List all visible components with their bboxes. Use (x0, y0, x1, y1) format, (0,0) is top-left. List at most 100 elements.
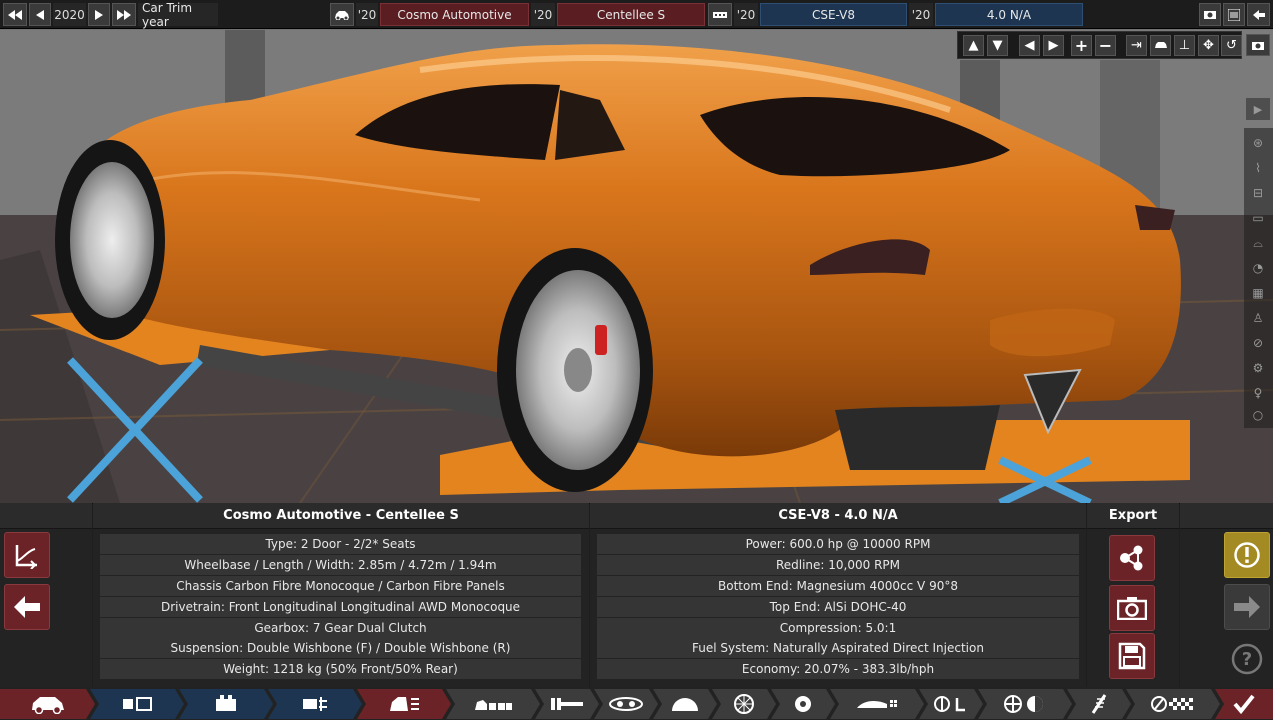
trim-year-label: Car Trim year (138, 1, 218, 29)
fast-forward-icon[interactable] (112, 3, 136, 26)
nav-engine-family[interactable] (90, 689, 184, 719)
rotate-right-icon[interactable]: ▶ (1043, 35, 1064, 56)
wheel-nav-icon (733, 693, 755, 715)
rewind-icon[interactable] (3, 3, 27, 26)
engine-select[interactable]: CSE-V8 (760, 3, 907, 26)
warning-icon (1234, 542, 1260, 568)
rotate-down-icon[interactable]: ▼ (987, 35, 1008, 56)
nav-wheels[interactable] (712, 689, 776, 719)
back-arrow-icon[interactable] (1247, 3, 1270, 26)
nav-brakes[interactable] (771, 689, 835, 719)
rotate-up-icon[interactable]: ▲ (963, 35, 984, 56)
engine-fuel-system-row: Fuel System: Naturally Aspirated Direct … (597, 638, 1079, 658)
nav-seating[interactable] (446, 689, 540, 719)
car-type-row: Type: 2 Door - 2/2* Seats (100, 534, 581, 554)
engine-year: '20 (734, 3, 758, 26)
panel-icon[interactable]: ▭ (1248, 208, 1268, 228)
car-maker-select[interactable]: Cosmo Automotive (380, 3, 529, 26)
nav-engine-block[interactable] (179, 689, 273, 719)
no-entry-icon[interactable]: ⊘ (1248, 333, 1268, 353)
car-dimensions-row: Wheelbase / Length / Width: 2.85m / 4.72… (100, 555, 581, 575)
headlight-icon[interactable]: ◔ (1248, 258, 1268, 278)
next-button[interactable] (1224, 584, 1270, 630)
car-viewport[interactable] (0, 0, 1273, 503)
right-header (1180, 503, 1273, 529)
menu-icon[interactable] (1223, 3, 1245, 26)
checkmark-icon (1233, 694, 1255, 714)
spring-icon[interactable]: ⌇ (1248, 158, 1268, 178)
interior-icon (933, 694, 969, 714)
engine-compression-row: Compression: 5.0:1 (597, 618, 1079, 638)
variant-select[interactable]: 4.0 N/A (935, 3, 1083, 26)
warning-button[interactable] (1224, 532, 1270, 578)
nav-car-chassis[interactable] (357, 689, 451, 719)
save-button[interactable] (1109, 633, 1155, 679)
nav-car-body[interactable] (0, 689, 95, 719)
seat-icon[interactable]: ♙ (1248, 308, 1268, 328)
reset-rotate-icon[interactable]: ↺ (1221, 35, 1242, 56)
right-arrow-icon (1234, 596, 1260, 618)
left-arrow-icon (14, 596, 40, 618)
nav-finish[interactable] (1126, 689, 1220, 719)
prev-year-icon[interactable] (29, 3, 51, 26)
engine-economy-row: Economy: 20.07% - 383.3lb/hph (597, 659, 1079, 679)
car-render (0, 30, 1273, 503)
engine-info-title: CSE-V8 - 4.0 N/A (590, 503, 1086, 529)
gear-half-icon (670, 695, 700, 713)
settings-icon[interactable]: ⚙ (1248, 358, 1268, 378)
palette-toggle-icon[interactable]: ▶ (1246, 98, 1270, 120)
car-suspension-row: Suspension: Double Wishbone (F) / Double… (100, 638, 581, 658)
seating-icon (473, 696, 513, 712)
engine-family-icon (119, 695, 155, 713)
nav-engine-parts[interactable] (268, 689, 362, 719)
nav-suspension[interactable] (1067, 689, 1131, 719)
help-icon: ? (1231, 643, 1263, 675)
nav-testing[interactable] (978, 689, 1072, 719)
grille-icon[interactable]: ▦ (1248, 283, 1268, 303)
graph-button[interactable] (4, 532, 50, 578)
engine-top-end-row: Top End: AlSi DOHC-40 (597, 597, 1079, 617)
share-button[interactable] (1109, 535, 1155, 581)
car-icon[interactable] (330, 3, 354, 26)
year-display: 2020 (53, 3, 86, 26)
camera-export-icon (1117, 597, 1147, 620)
engine-power-row: Power: 600.0 hp @ 10000 RPM (597, 534, 1079, 554)
graph-icon (15, 545, 37, 569)
car-chassis-row: Chassis Carbon Fibre Monocoque / Carbon … (100, 576, 581, 596)
nav-drivetrain[interactable] (535, 689, 599, 719)
nav-aero[interactable] (830, 689, 924, 719)
body-icon[interactable]: ⌓ (1248, 233, 1268, 253)
model-select[interactable]: Centellee S (557, 3, 705, 26)
engine-bottom-end-row: Bottom End: Magnesium 4000cc V 90°8 (597, 576, 1079, 596)
person-icon[interactable]: ♀ (1248, 383, 1268, 403)
zoom-in-icon[interactable]: + (1071, 35, 1092, 56)
photo-button[interactable] (1109, 585, 1155, 631)
engine-icon[interactable] (708, 3, 732, 26)
align-right-icon[interactable]: ⇥ (1126, 35, 1147, 56)
screenshot-camera-icon[interactable] (1246, 34, 1270, 56)
move-icon[interactable]: ✥ (1198, 35, 1219, 56)
rotate-left-icon[interactable]: ◀ (1019, 35, 1040, 56)
camera-icon[interactable] (1199, 3, 1221, 26)
ground-icon[interactable]: ⊥ (1174, 35, 1195, 56)
left-header (0, 503, 92, 529)
zoom-out-icon[interactable]: − (1095, 35, 1116, 56)
car-drivetrain-row: Drivetrain: Front Longitudinal Longitudi… (100, 597, 581, 617)
wheel-icon[interactable]: ⊛ (1248, 133, 1268, 153)
fixture-icon[interactable]: ⊟ (1248, 183, 1268, 203)
car-view-icon[interactable] (1150, 35, 1171, 56)
nav-gearbox[interactable] (653, 689, 717, 719)
save-icon (1118, 642, 1146, 670)
chassis-icon (386, 693, 422, 715)
testing-icon (1003, 694, 1047, 714)
back-button[interactable] (4, 584, 50, 630)
brake-disc-icon (793, 694, 813, 714)
next-year-icon[interactable] (88, 3, 110, 26)
export-title: Export (1087, 503, 1179, 529)
svg-text:?: ? (1242, 649, 1252, 670)
nav-headlights[interactable] (594, 689, 658, 719)
circle-icon[interactable]: ○ (1248, 405, 1268, 425)
nav-interior[interactable] (919, 689, 983, 719)
share-icon (1120, 545, 1143, 571)
help-button[interactable]: ? (1224, 636, 1270, 682)
